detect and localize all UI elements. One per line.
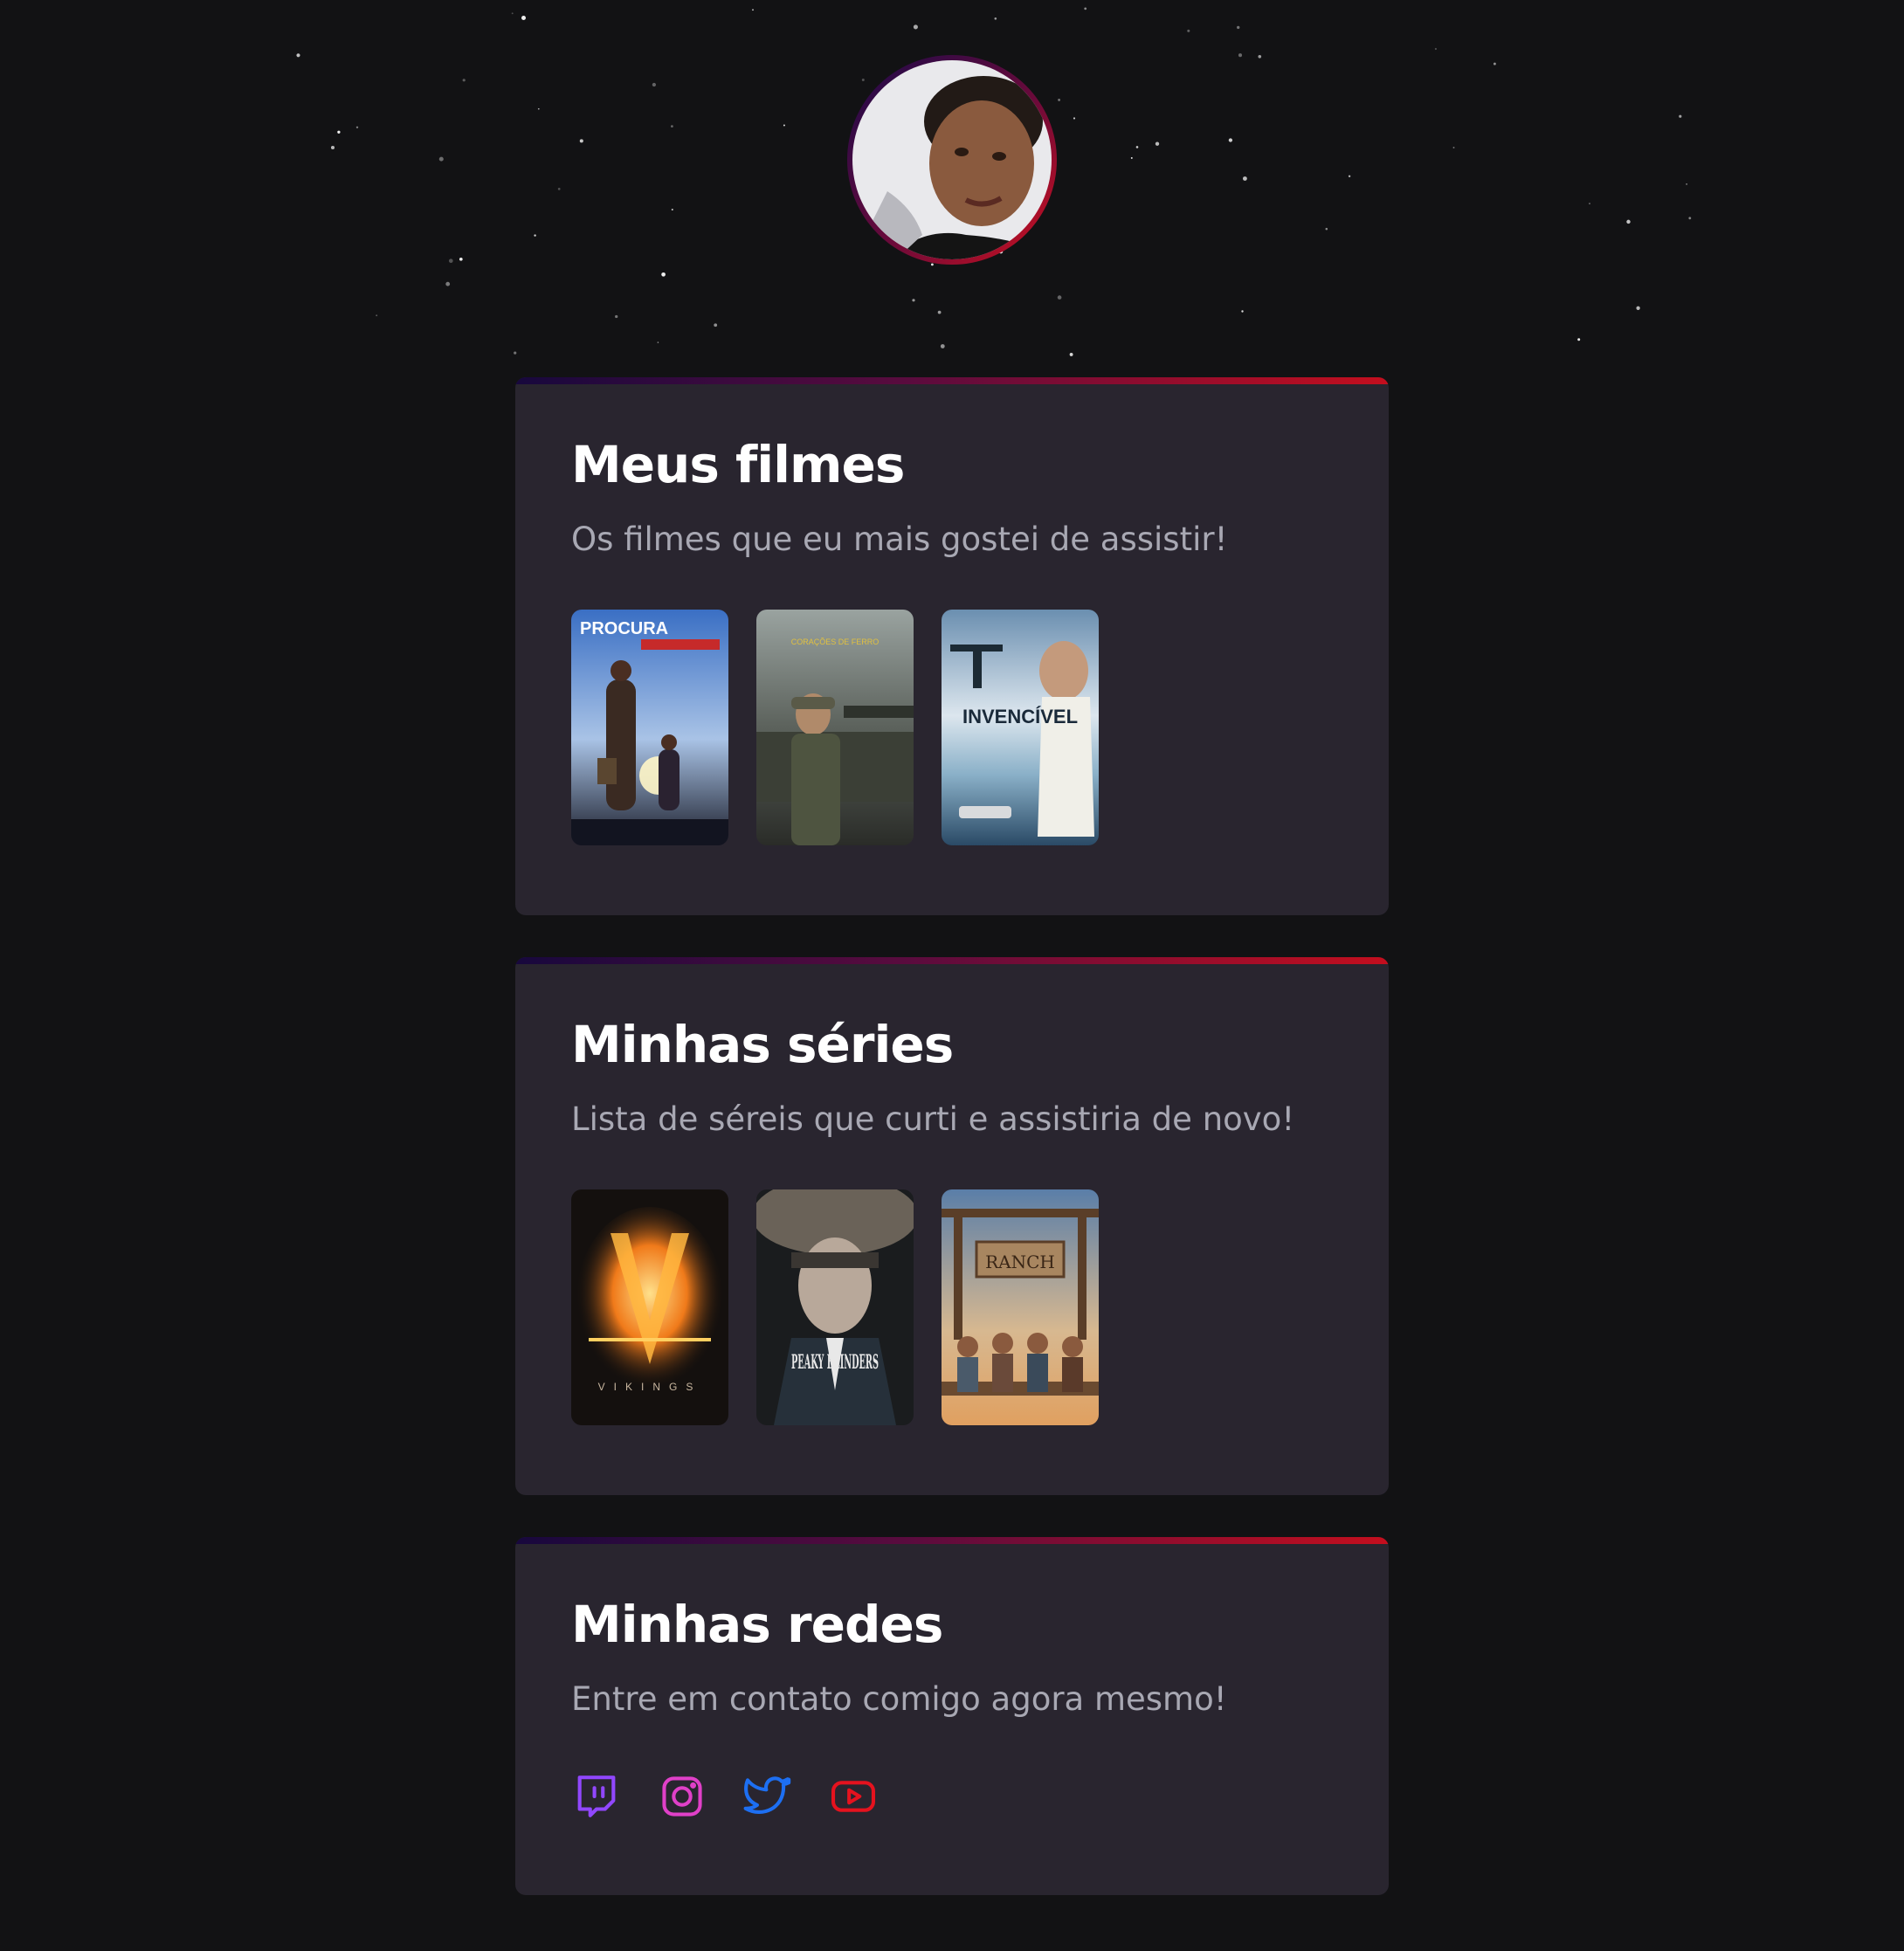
- star: [1242, 176, 1247, 181]
- star: [861, 79, 865, 81]
- star: [1636, 306, 1640, 310]
- star: [937, 310, 942, 314]
- series-subtitle: Lista de séreis que curti e assistiria d…: [571, 1100, 1295, 1138]
- movies-title: Meus filmes: [571, 435, 905, 494]
- star: [1688, 217, 1692, 220]
- star: [714, 323, 718, 327]
- star: [330, 145, 335, 150]
- star: [1434, 47, 1437, 51]
- poster-invencivel[interactable]: INVENCÍVEL: [942, 610, 1099, 845]
- series-card: Minhas séries Lista de séreis que curti …: [515, 957, 1389, 1495]
- svg-text:RANCH: RANCH: [985, 1251, 1055, 1272]
- movies-subtitle: Os filmes que eu mais gostei de assistir…: [571, 520, 1228, 558]
- star: [1241, 310, 1244, 313]
- poster-the-ranch[interactable]: RANCH: [942, 1189, 1099, 1425]
- avatar: [847, 55, 1057, 265]
- poster-a-procura-da-felicidade[interactable]: PROCURA: [571, 610, 728, 845]
- star: [1237, 25, 1240, 30]
- star: [579, 139, 583, 143]
- star: [557, 188, 561, 190]
- twitch-icon[interactable]: [571, 1771, 622, 1822]
- star: [462, 79, 466, 82]
- star: [1577, 338, 1581, 341]
- poster-coracoes-de-ferro[interactable]: CORAÇÕES DE FERRO: [756, 610, 914, 845]
- star: [1452, 147, 1455, 148]
- star: [1084, 7, 1087, 10]
- star: [1589, 203, 1590, 205]
- socials-subtitle: Entre em contato comigo agora mesmo!: [571, 1680, 1227, 1718]
- star: [1493, 62, 1496, 65]
- star: [534, 234, 536, 237]
- star: [1058, 98, 1061, 101]
- star: [1348, 175, 1351, 178]
- star: [1679, 114, 1682, 118]
- star: [1073, 117, 1076, 120]
- star: [671, 125, 673, 128]
- star: [994, 17, 997, 20]
- star: [671, 208, 673, 211]
- star: [615, 314, 618, 319]
- movies-card: Meus filmes Os filmes que eu mais gostei…: [515, 377, 1389, 915]
- star: [752, 9, 754, 11]
- socials-list: [571, 1771, 879, 1822]
- svg-text:CORAÇÕES DE FERRO: CORAÇÕES DE FERRO: [791, 638, 880, 646]
- star: [1686, 183, 1687, 185]
- star: [1325, 227, 1328, 231]
- star: [448, 259, 453, 264]
- star: [1258, 54, 1262, 59]
- star: [940, 344, 945, 348]
- twitter-icon[interactable]: [742, 1771, 793, 1822]
- star: [296, 53, 300, 58]
- youtube-icon[interactable]: [828, 1771, 879, 1822]
- svg-text:INVENCÍVEL: INVENCÍVEL: [962, 706, 1078, 727]
- star: [1130, 156, 1133, 159]
- svg-text:VIKINGS: VIKINGS: [598, 1381, 702, 1393]
- star: [1228, 138, 1233, 142]
- star: [652, 82, 657, 87]
- star: [1238, 53, 1243, 58]
- profile-photo: [852, 60, 1052, 259]
- poster-vikings[interactable]: VIKINGS: [571, 1189, 728, 1425]
- star: [661, 272, 666, 277]
- star: [783, 124, 785, 127]
- star: [438, 156, 444, 162]
- star: [912, 299, 915, 302]
- svg-text:PROCURA: PROCURA: [580, 619, 668, 638]
- star: [459, 257, 463, 261]
- star: [514, 351, 517, 355]
- svg-text:PEAKY BLINDERS: PEAKY BLINDERS: [791, 1351, 879, 1374]
- series-title: Minhas séries: [571, 1015, 954, 1074]
- series-list: VIKINGS PEAKY BLINDERS RANCH: [571, 1189, 1099, 1425]
- star: [337, 130, 341, 134]
- star: [657, 341, 659, 343]
- star: [537, 107, 540, 110]
- star: [930, 263, 934, 266]
- star: [445, 281, 451, 286]
- star: [913, 24, 918, 30]
- star: [521, 16, 526, 20]
- poster-peaky-blinders[interactable]: PEAKY BLINDERS: [756, 1189, 914, 1425]
- socials-title: Minhas redes: [571, 1595, 943, 1654]
- movies-list: PROCURA CORAÇÕES DE FERRO INVENCÍVEL: [571, 610, 1099, 845]
- star: [1187, 29, 1190, 32]
- star: [1155, 141, 1160, 146]
- star: [1626, 219, 1631, 224]
- star: [355, 126, 359, 129]
- star: [376, 314, 378, 317]
- star: [1069, 352, 1073, 356]
- star: [1057, 295, 1062, 300]
- socials-card: Minhas redes Entre em contato comigo ago…: [515, 1537, 1389, 1895]
- star: [511, 12, 514, 15]
- instagram-icon[interactable]: [657, 1771, 707, 1822]
- star: [1135, 146, 1139, 148]
